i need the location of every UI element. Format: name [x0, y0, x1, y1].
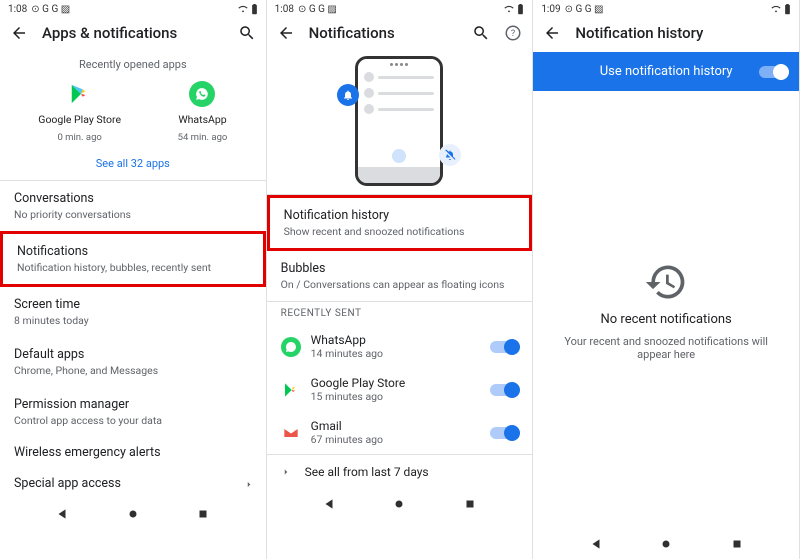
android-navbar	[533, 529, 799, 559]
play-store-icon	[67, 81, 93, 107]
back-icon[interactable]	[277, 24, 295, 42]
toggle-whatsapp[interactable]	[490, 341, 518, 353]
wifi-icon	[237, 4, 249, 14]
nav-recents-icon[interactable]	[729, 536, 745, 552]
android-navbar	[0, 499, 266, 529]
app-google-play[interactable]: Google Play Store 0 min. ago	[38, 81, 121, 143]
recent-play-store[interactable]: Google Play Store15 minutes ago	[267, 368, 533, 411]
toggle-use-history[interactable]	[759, 66, 787, 78]
bell-off-icon	[439, 144, 461, 166]
recent-gmail[interactable]: Gmail67 minutes ago	[267, 411, 533, 454]
back-icon[interactable]	[10, 24, 28, 42]
whatsapp-icon	[281, 337, 301, 357]
toggle-gmail[interactable]	[490, 427, 518, 439]
wifi-battery-icon	[237, 4, 258, 15]
row-default-apps[interactable]: Default appsChrome, Phone, and Messages	[0, 337, 266, 387]
search-icon[interactable]	[238, 24, 256, 42]
wifi-icon	[503, 4, 515, 14]
page-title: Notifications	[309, 24, 459, 42]
nav-home-icon[interactable]	[125, 506, 141, 522]
search-icon[interactable]	[472, 24, 490, 42]
topbar: Notifications ?	[267, 18, 533, 52]
see-all-7-days[interactable]: See all from last 7 days	[267, 455, 533, 489]
see-all-apps-link[interactable]: See all 32 apps	[0, 149, 266, 180]
row-notifications[interactable]: NotificationsNotification history, bubbl…	[0, 231, 266, 287]
help-icon[interactable]: ?	[504, 24, 522, 42]
wifi-icon	[770, 4, 782, 14]
svg-text:?: ?	[511, 29, 515, 39]
recently-sent-caption: RECENTLY SENT	[267, 302, 533, 325]
row-wireless-emergency[interactable]: Wireless emergency alerts	[0, 437, 266, 468]
row-conversations[interactable]: ConversationsNo priority conversations	[0, 181, 266, 231]
gmail-icon	[281, 423, 301, 443]
nav-home-icon[interactable]	[391, 496, 407, 512]
topbar: Apps & notifications	[0, 18, 266, 52]
phone-illustration-icon	[355, 56, 443, 186]
nav-home-icon[interactable]	[658, 536, 674, 552]
app-whatsapp[interactable]: WhatsApp 54 min. ago	[178, 81, 228, 143]
toggle-play-store[interactable]	[490, 384, 518, 396]
pane-notifications: 1:08⊙ G G ▨ Notifications ?	[267, 0, 534, 559]
use-notification-history-bar[interactable]: Use notification history	[533, 52, 799, 91]
battery-icon	[784, 4, 791, 15]
android-navbar	[267, 489, 533, 519]
status-bar: 1:09⊙ G G ▨	[533, 0, 799, 18]
status-bar: 1:08⊙ G G ▨	[267, 0, 533, 18]
nav-back-icon[interactable]	[321, 496, 337, 512]
chevron-right-icon	[281, 467, 291, 477]
pane-notification-history: 1:09⊙ G G ▨ Notification history Use not…	[533, 0, 800, 559]
topbar: Notification history	[533, 18, 799, 52]
row-bubbles[interactable]: BubblesOn / Conversations can appear as …	[267, 251, 533, 301]
row-screen-time[interactable]: Screen time8 minutes today	[0, 287, 266, 337]
row-permission-manager[interactable]: Permission managerControl app access to …	[0, 387, 266, 437]
history-icon	[644, 260, 688, 304]
nav-recents-icon[interactable]	[195, 506, 211, 522]
nav-back-icon[interactable]	[588, 536, 604, 552]
row-notification-history[interactable]: Notification historyShow recent and snoo…	[267, 195, 533, 251]
recent-whatsapp[interactable]: WhatsApp14 minutes ago	[267, 325, 533, 368]
status-bar: 1:08⊙ G G ▨	[0, 0, 266, 18]
battery-icon	[251, 4, 258, 15]
empty-state: No recent notifications Your recent and …	[533, 91, 799, 529]
back-icon[interactable]	[543, 24, 561, 42]
recently-opened-caption: Recently opened apps	[0, 52, 266, 77]
row-special-app-access[interactable]: Special app access	[0, 468, 266, 499]
nav-recents-icon[interactable]	[462, 496, 478, 512]
pane-apps-notifications: 1:08⊙ G G ▨ Apps & notifications Recentl…	[0, 0, 267, 559]
play-store-icon	[281, 380, 301, 400]
nav-back-icon[interactable]	[54, 506, 70, 522]
illustration	[267, 52, 533, 194]
battery-icon	[517, 4, 524, 15]
page-title: Apps & notifications	[42, 24, 224, 42]
chevron-right-icon	[244, 474, 254, 493]
page-title: Notification history	[575, 24, 789, 42]
whatsapp-icon	[189, 81, 215, 107]
recently-opened-apps: Google Play Store 0 min. ago WhatsApp 54…	[0, 77, 266, 149]
